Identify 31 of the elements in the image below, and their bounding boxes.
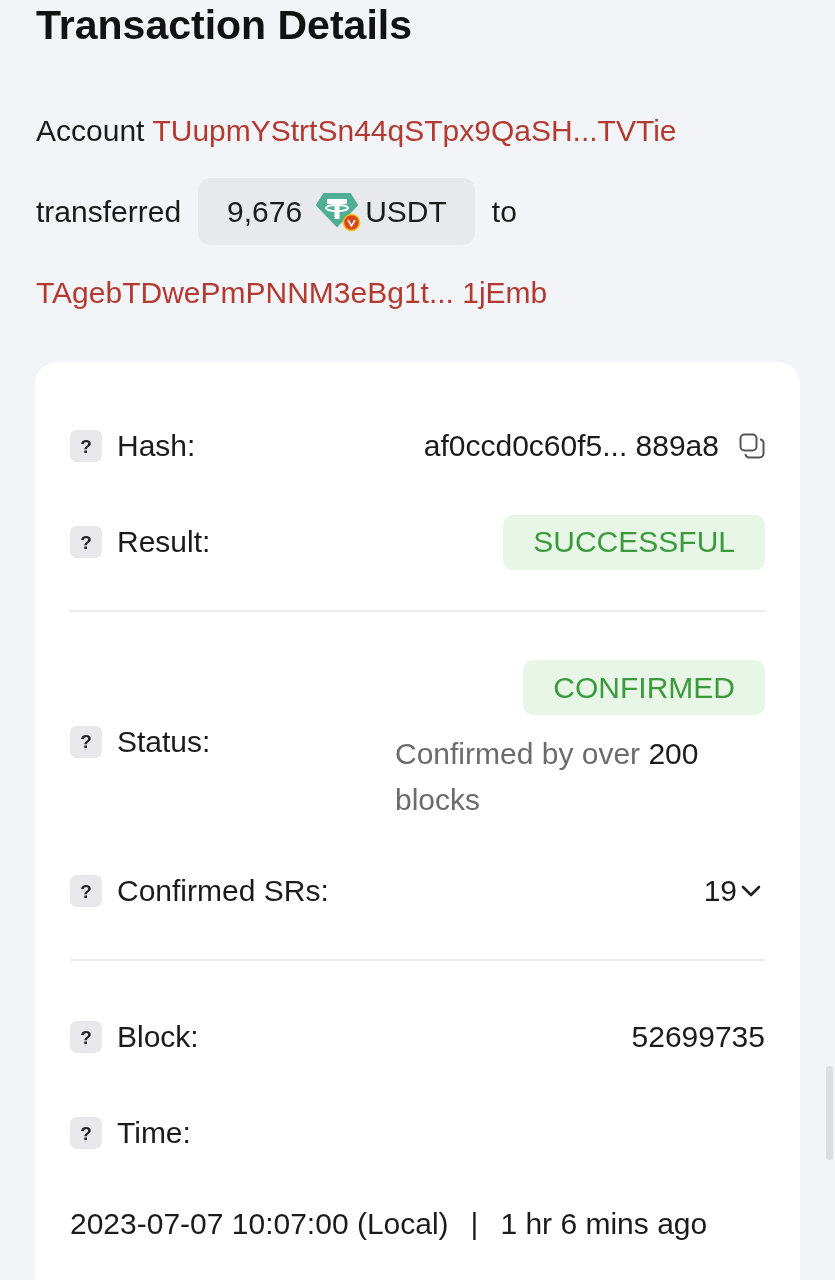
account-label: Account xyxy=(36,113,145,149)
confirmation-note: Confirmed by over 200 blocks xyxy=(395,736,700,818)
page-title: Transaction Details xyxy=(36,1,413,50)
token-symbol: USDT xyxy=(365,193,447,230)
scrollbar-thumb[interactable] xyxy=(826,1066,833,1160)
field-label: Confirmed SRs: xyxy=(117,873,329,909)
field-label: Block: xyxy=(117,1019,199,1055)
address-link[interactable]: TAgebTDwePmPNNM3eBg1t... 1jEmb xyxy=(36,270,548,316)
help-icon[interactable]: ? xyxy=(70,875,102,907)
transferred-label: transferred xyxy=(36,193,182,230)
copy-icon[interactable] xyxy=(739,433,765,459)
field-label: Result: xyxy=(117,524,211,560)
amount-value: 9,676 xyxy=(227,193,303,230)
field-label: Time: xyxy=(117,1115,191,1151)
field-label: Status: xyxy=(117,723,211,760)
relative-time: 1 hr 6 mins ago xyxy=(500,1206,708,1242)
to-label: to xyxy=(491,193,517,230)
address-link[interactable]: TUupmYStrtSn44qSTpx9QaSH...TVTie xyxy=(152,108,677,154)
help-icon[interactable]: ? xyxy=(70,430,102,462)
help-icon[interactable]: ? xyxy=(70,1021,102,1053)
separator: | xyxy=(470,1206,479,1242)
field-value: 52699735 xyxy=(631,1019,765,1055)
help-icon[interactable]: ? xyxy=(70,526,102,558)
field-label: Hash: xyxy=(117,428,196,464)
confirmed-srs-toggle[interactable]: 19 xyxy=(703,871,765,911)
hash-value: af0ccd0c60f5... 889a8 xyxy=(423,428,719,464)
timestamp: 2023-07-07 10:07:00 (Local) xyxy=(70,1206,449,1242)
help-icon[interactable]: ? xyxy=(70,1117,102,1149)
status-badge: CONFIRMED xyxy=(523,660,765,715)
status-badge: SUCCESSFUL xyxy=(503,514,765,570)
help-icon[interactable]: ? xyxy=(70,725,102,758)
